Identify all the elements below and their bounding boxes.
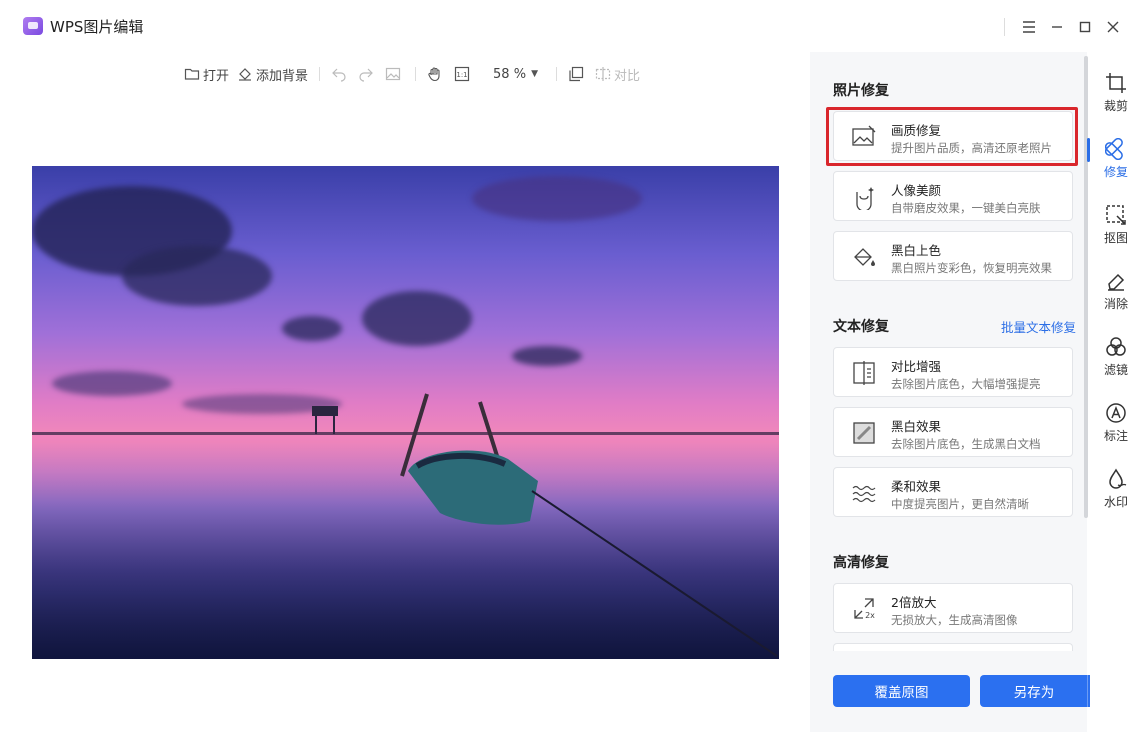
upscale-icon: 2x (854, 598, 875, 620)
card-partial (833, 643, 1073, 651)
compare-label: 对比 (613, 68, 640, 84)
open-label: 打开 (203, 68, 230, 84)
image-button[interactable] (381, 62, 408, 86)
overwrite-original-button[interactable]: 覆盖原图 (833, 675, 970, 707)
image-icon (385, 67, 401, 81)
tool-crop[interactable]: 裁剪 (1090, 70, 1142, 122)
card-colorize[interactable]: 黑白上色 黑白照片变彩色，恢复明亮效果 (833, 231, 1073, 281)
save-as-button[interactable]: 另存为 (980, 675, 1088, 707)
cutout-icon (1106, 205, 1126, 225)
editor-toolbar: 打开 添加背景 1:1 58 % ▼ 对比 (180, 62, 644, 86)
paint-bucket-icon (854, 248, 875, 266)
compare-icon (595, 67, 611, 81)
tool-label: 滤镜 (1103, 363, 1128, 377)
selection-highlight (826, 107, 1078, 166)
eraser-icon (1108, 273, 1125, 291)
panel-scrollbar[interactable] (1084, 56, 1088, 518)
svg-text:2x: 2x (865, 611, 875, 620)
card-title: 黑白效果 (891, 419, 942, 434)
card-bw-effect[interactable]: 黑白效果 去除图片底色，生成黑白文档 (833, 407, 1073, 457)
tool-annotate[interactable]: 标注 (1090, 400, 1142, 452)
toolbar-separator (319, 67, 321, 81)
tool-label: 水印 (1103, 495, 1128, 509)
tool-label: 标注 (1103, 429, 1128, 443)
card-desc: 自带磨皮效果，一键美白亮肤 (891, 201, 1041, 215)
section-title-text-repair: 文本修复 (833, 319, 889, 335)
app-logo-icon (23, 17, 43, 35)
card-title: 黑白上色 (891, 243, 942, 258)
card-title: 柔和效果 (891, 479, 942, 494)
tool-label: 裁剪 (1103, 99, 1128, 113)
card-desc: 去除图片底色，生成黑白文档 (891, 437, 1041, 451)
card-desc: 黑白照片变彩色，恢复明亮效果 (891, 261, 1052, 275)
tool-repair[interactable]: 修复 (1090, 136, 1142, 188)
card-2x-upscale[interactable]: 2x 2倍放大 无损放大，生成高清图像 (833, 583, 1073, 633)
undo-button[interactable] (327, 62, 354, 86)
filter-icon (1106, 337, 1126, 356)
tool-eraser[interactable]: 消除 (1090, 268, 1142, 320)
copy-button[interactable] (564, 62, 591, 86)
tool-label: 修复 (1103, 165, 1128, 179)
open-button[interactable]: 打开 (180, 62, 233, 86)
tool-cutout[interactable]: 抠图 (1090, 202, 1142, 254)
redo-icon (359, 68, 373, 82)
toolbar-separator (415, 67, 417, 81)
chevron-down-icon: ▼ (531, 69, 538, 79)
section-title-photo-repair: 照片修复 (833, 83, 889, 99)
photo-canvas[interactable] (32, 166, 779, 659)
card-title: 对比增强 (891, 359, 942, 374)
actual-size-icon: 1:1 (454, 66, 470, 82)
add-background-label: 添加背景 (256, 68, 309, 84)
bw-document-icon (853, 422, 875, 444)
card-soft-effect[interactable]: 柔和效果 中度提亮图片，更自然清晰 (833, 467, 1073, 517)
tool-label: 消除 (1103, 297, 1128, 311)
card-title: 人像美颜 (891, 183, 942, 198)
card-contrast-enhance[interactable]: 对比增强 去除图片底色，大幅增强提亮 (833, 347, 1073, 397)
tool-watermark[interactable]: 水印 (1090, 466, 1142, 518)
maximize-icon[interactable] (1072, 14, 1098, 40)
card-desc: 中度提亮图片，更自然清晰 (891, 497, 1029, 511)
crop-icon (1106, 73, 1126, 93)
watermark-icon (1109, 468, 1127, 489)
portrait-icon (856, 187, 874, 210)
toolbar-separator (555, 67, 557, 81)
zoom-dropdown[interactable]: 58 % ▼ (489, 62, 542, 86)
boat-silhouette (312, 393, 778, 657)
contrast-icon (853, 361, 875, 385)
actual-size-button[interactable]: 1:1 (450, 62, 477, 86)
folder-icon (184, 68, 200, 80)
card-portrait-beauty[interactable]: 人像美颜 自带磨皮效果，一键美白亮肤 (833, 171, 1073, 221)
copy-icon (569, 66, 584, 82)
wave-icon (852, 485, 876, 503)
menu-icon[interactable] (1016, 14, 1042, 40)
hand-icon (428, 67, 440, 82)
tool-filter[interactable]: 滤镜 (1090, 334, 1142, 386)
undo-icon (332, 68, 346, 82)
redo-button[interactable] (354, 62, 381, 86)
paint-bucket-icon (239, 68, 252, 81)
card-desc: 无损放大，生成高清图像 (891, 613, 1018, 627)
minimize-icon[interactable] (1044, 14, 1070, 40)
repair-icon (1105, 138, 1123, 160)
section-title-hd-repair: 高清修复 (833, 555, 889, 571)
batch-text-repair-link[interactable]: 批量文本修复 (1001, 317, 1076, 336)
zoom-value: 58 % (493, 66, 527, 82)
title-separator (1004, 18, 1005, 36)
compare-button[interactable]: 对比 (591, 62, 644, 86)
app-title: WPS图片编辑 (50, 18, 144, 36)
tool-label: 抠图 (1103, 231, 1128, 245)
pan-button[interactable] (423, 62, 450, 86)
title-bar: WPS图片编辑 (0, 0, 1142, 52)
annotate-icon (1106, 403, 1126, 423)
add-background-button[interactable]: 添加背景 (233, 62, 312, 86)
card-title: 2倍放大 (891, 595, 937, 610)
svg-text:1:1: 1:1 (456, 71, 467, 79)
card-desc: 去除图片底色，大幅增强提亮 (891, 377, 1041, 391)
close-icon[interactable] (1100, 14, 1126, 40)
